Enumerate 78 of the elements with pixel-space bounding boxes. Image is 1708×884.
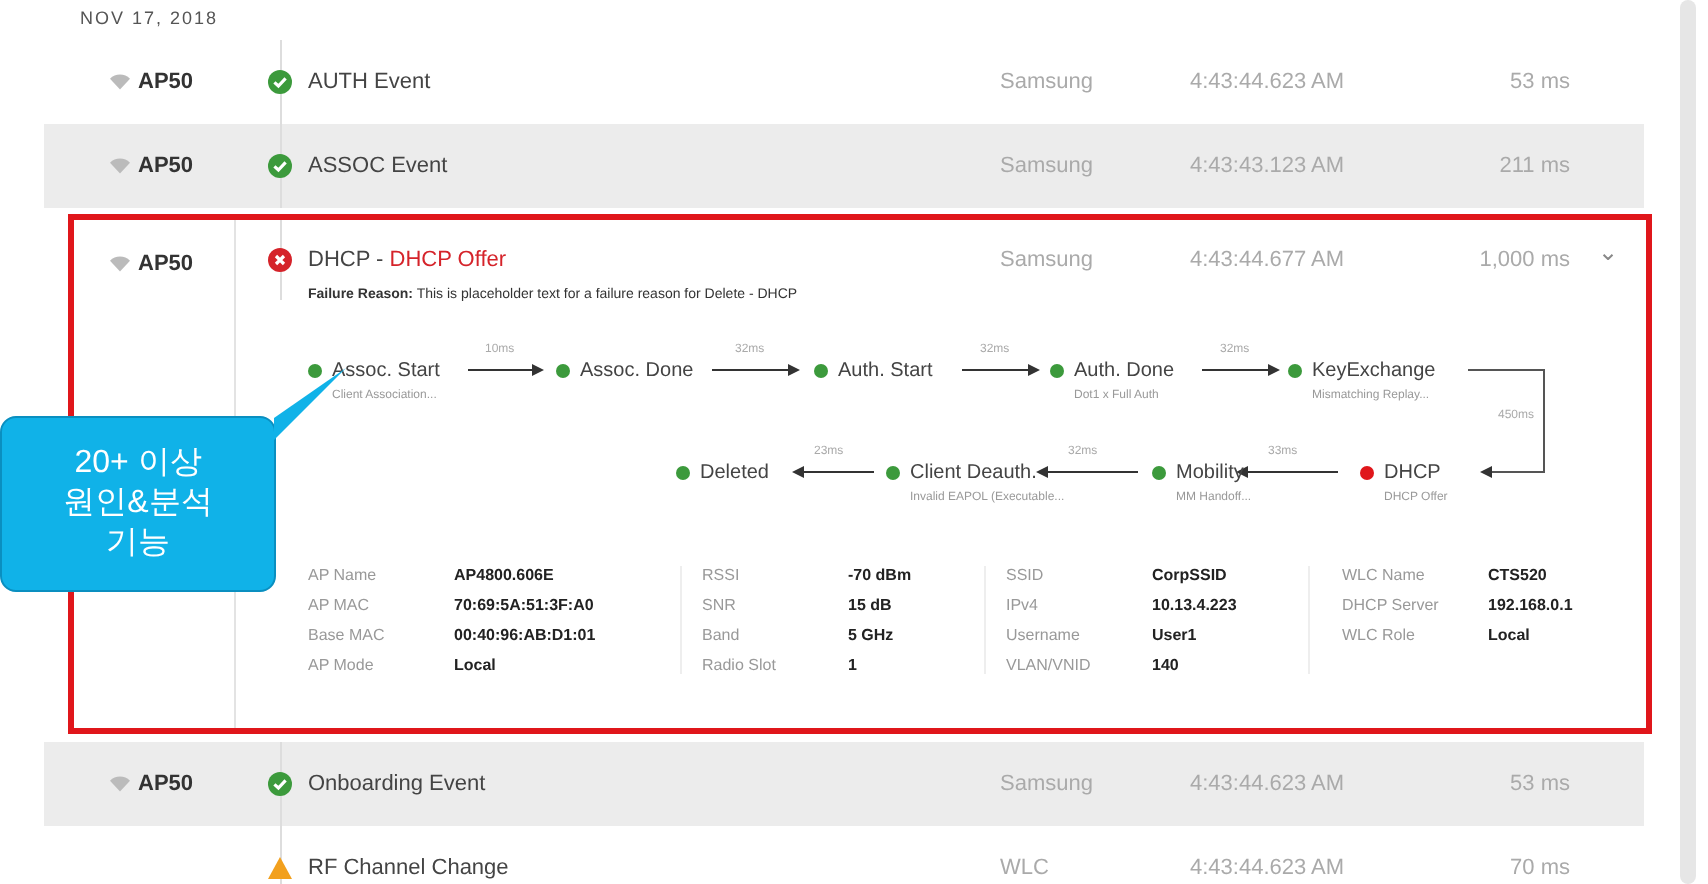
error-icon	[268, 248, 292, 272]
check-icon	[268, 772, 292, 796]
event-duration: 211 ms	[1497, 154, 1570, 178]
event-time: 4:43:44.623 AM	[1190, 772, 1347, 796]
event-source: Samsung	[1000, 772, 1095, 796]
detail-label: Band	[702, 626, 742, 644]
detail-label: Username	[1006, 626, 1082, 644]
detail-label: VLAN/VNID	[1006, 656, 1093, 674]
wifi-icon	[110, 776, 130, 792]
step-name: Auth. Done	[1074, 359, 1175, 381]
detail-label: RSSI	[702, 566, 742, 584]
detail-value: 5 GHz	[848, 626, 896, 644]
callout: 20+ 이상 원인&분석 기능	[0, 416, 276, 592]
detail-value: -70 dBm	[848, 566, 914, 584]
event-name: DHCP - DHCP Offer	[308, 248, 509, 272]
scrollbar[interactable]	[1680, 0, 1696, 884]
detail-label: Radio Slot	[702, 656, 778, 674]
detail-value: 15 dB	[848, 596, 894, 614]
detail-label: WLC Name	[1342, 566, 1427, 584]
detail-value: Local	[1488, 626, 1532, 644]
detail-value: 00:40:96:AB:D1:01	[454, 626, 598, 644]
step-name: Assoc. Done	[580, 359, 694, 381]
detail-label: IPv4	[1006, 596, 1041, 614]
event-time: 4:43:43.123 AM	[1190, 154, 1347, 178]
event-name: Onboarding Event	[308, 772, 488, 796]
event-name: AUTH Event	[308, 70, 433, 94]
step-name: Deleted	[700, 461, 769, 483]
event-source: Samsung	[1000, 248, 1095, 272]
detail-value: 140	[1152, 656, 1181, 674]
detail-label: SNR	[702, 596, 738, 614]
step-name: DHCP	[1384, 461, 1441, 483]
detail-label: WLC Role	[1342, 626, 1417, 644]
event-duration: 1,000 ms	[1477, 248, 1570, 272]
ap-name: AP50	[138, 772, 194, 796]
wifi-icon	[110, 74, 130, 90]
detail-label: AP MAC	[308, 596, 372, 614]
detail-label: AP Name	[308, 566, 379, 584]
detail-value: AP4800.606E	[454, 566, 556, 584]
detail-value: 70:69:5A:51:3F:A0	[454, 596, 596, 614]
step-name: Mobility	[1176, 461, 1244, 483]
warning-icon	[268, 856, 292, 880]
detail-value: Local	[454, 656, 498, 674]
detail-label: Base MAC	[308, 626, 387, 644]
step-name: Assoc. Start	[332, 359, 440, 381]
ap-name: AP50	[138, 70, 194, 94]
event-source: Samsung	[1000, 70, 1095, 94]
date-header: NOV 17, 2018	[78, 6, 221, 32]
detail-label: SSID	[1006, 566, 1046, 584]
detail-value: 10.13.4.223	[1152, 596, 1239, 614]
event-source: Samsung	[1000, 154, 1095, 178]
event-name: ASSOC Event	[308, 154, 450, 178]
wifi-icon	[110, 256, 130, 272]
event-name: RF Channel Change	[308, 856, 511, 880]
step-name: KeyExchange	[1312, 359, 1436, 381]
detail-value: User1	[1152, 626, 1199, 644]
event-duration: 53 ms	[1508, 772, 1570, 796]
check-icon	[268, 70, 292, 94]
check-icon	[268, 154, 292, 178]
detail-value: 192.168.0.1	[1488, 596, 1573, 614]
step-name: Auth. Start	[838, 359, 933, 381]
detail-value: 1	[848, 656, 859, 674]
event-duration: 70 ms	[1508, 856, 1570, 880]
ap-name: AP50	[138, 252, 194, 276]
event-time: 4:43:44.623 AM	[1190, 856, 1347, 880]
event-row[interactable]: AP50 Onboarding Event Samsung 4:43:44.623 AM 53 ms	[44, 742, 1644, 826]
event-row[interactable]: AP50 ASSOC Event Samsung 4:43:43.123 AM 211 ms	[44, 124, 1644, 208]
detail-value: CTS520	[1488, 566, 1549, 584]
event-source: WLC	[1000, 856, 1051, 880]
event-duration: 53 ms	[1508, 70, 1570, 94]
event-time: 4:43:44.677 AM	[1190, 248, 1347, 272]
detail-label: AP Mode	[308, 656, 376, 674]
ap-name: AP50	[138, 154, 194, 178]
wifi-icon	[110, 158, 130, 174]
event-time: 4:43:44.623 AM	[1190, 70, 1347, 94]
detail-label: DHCP Server	[1342, 596, 1441, 614]
detail-value: CorpSSID	[1152, 566, 1229, 584]
collapse-button[interactable]: ⌄	[1598, 240, 1618, 280]
step-name: Client Deauth.	[910, 461, 1037, 483]
